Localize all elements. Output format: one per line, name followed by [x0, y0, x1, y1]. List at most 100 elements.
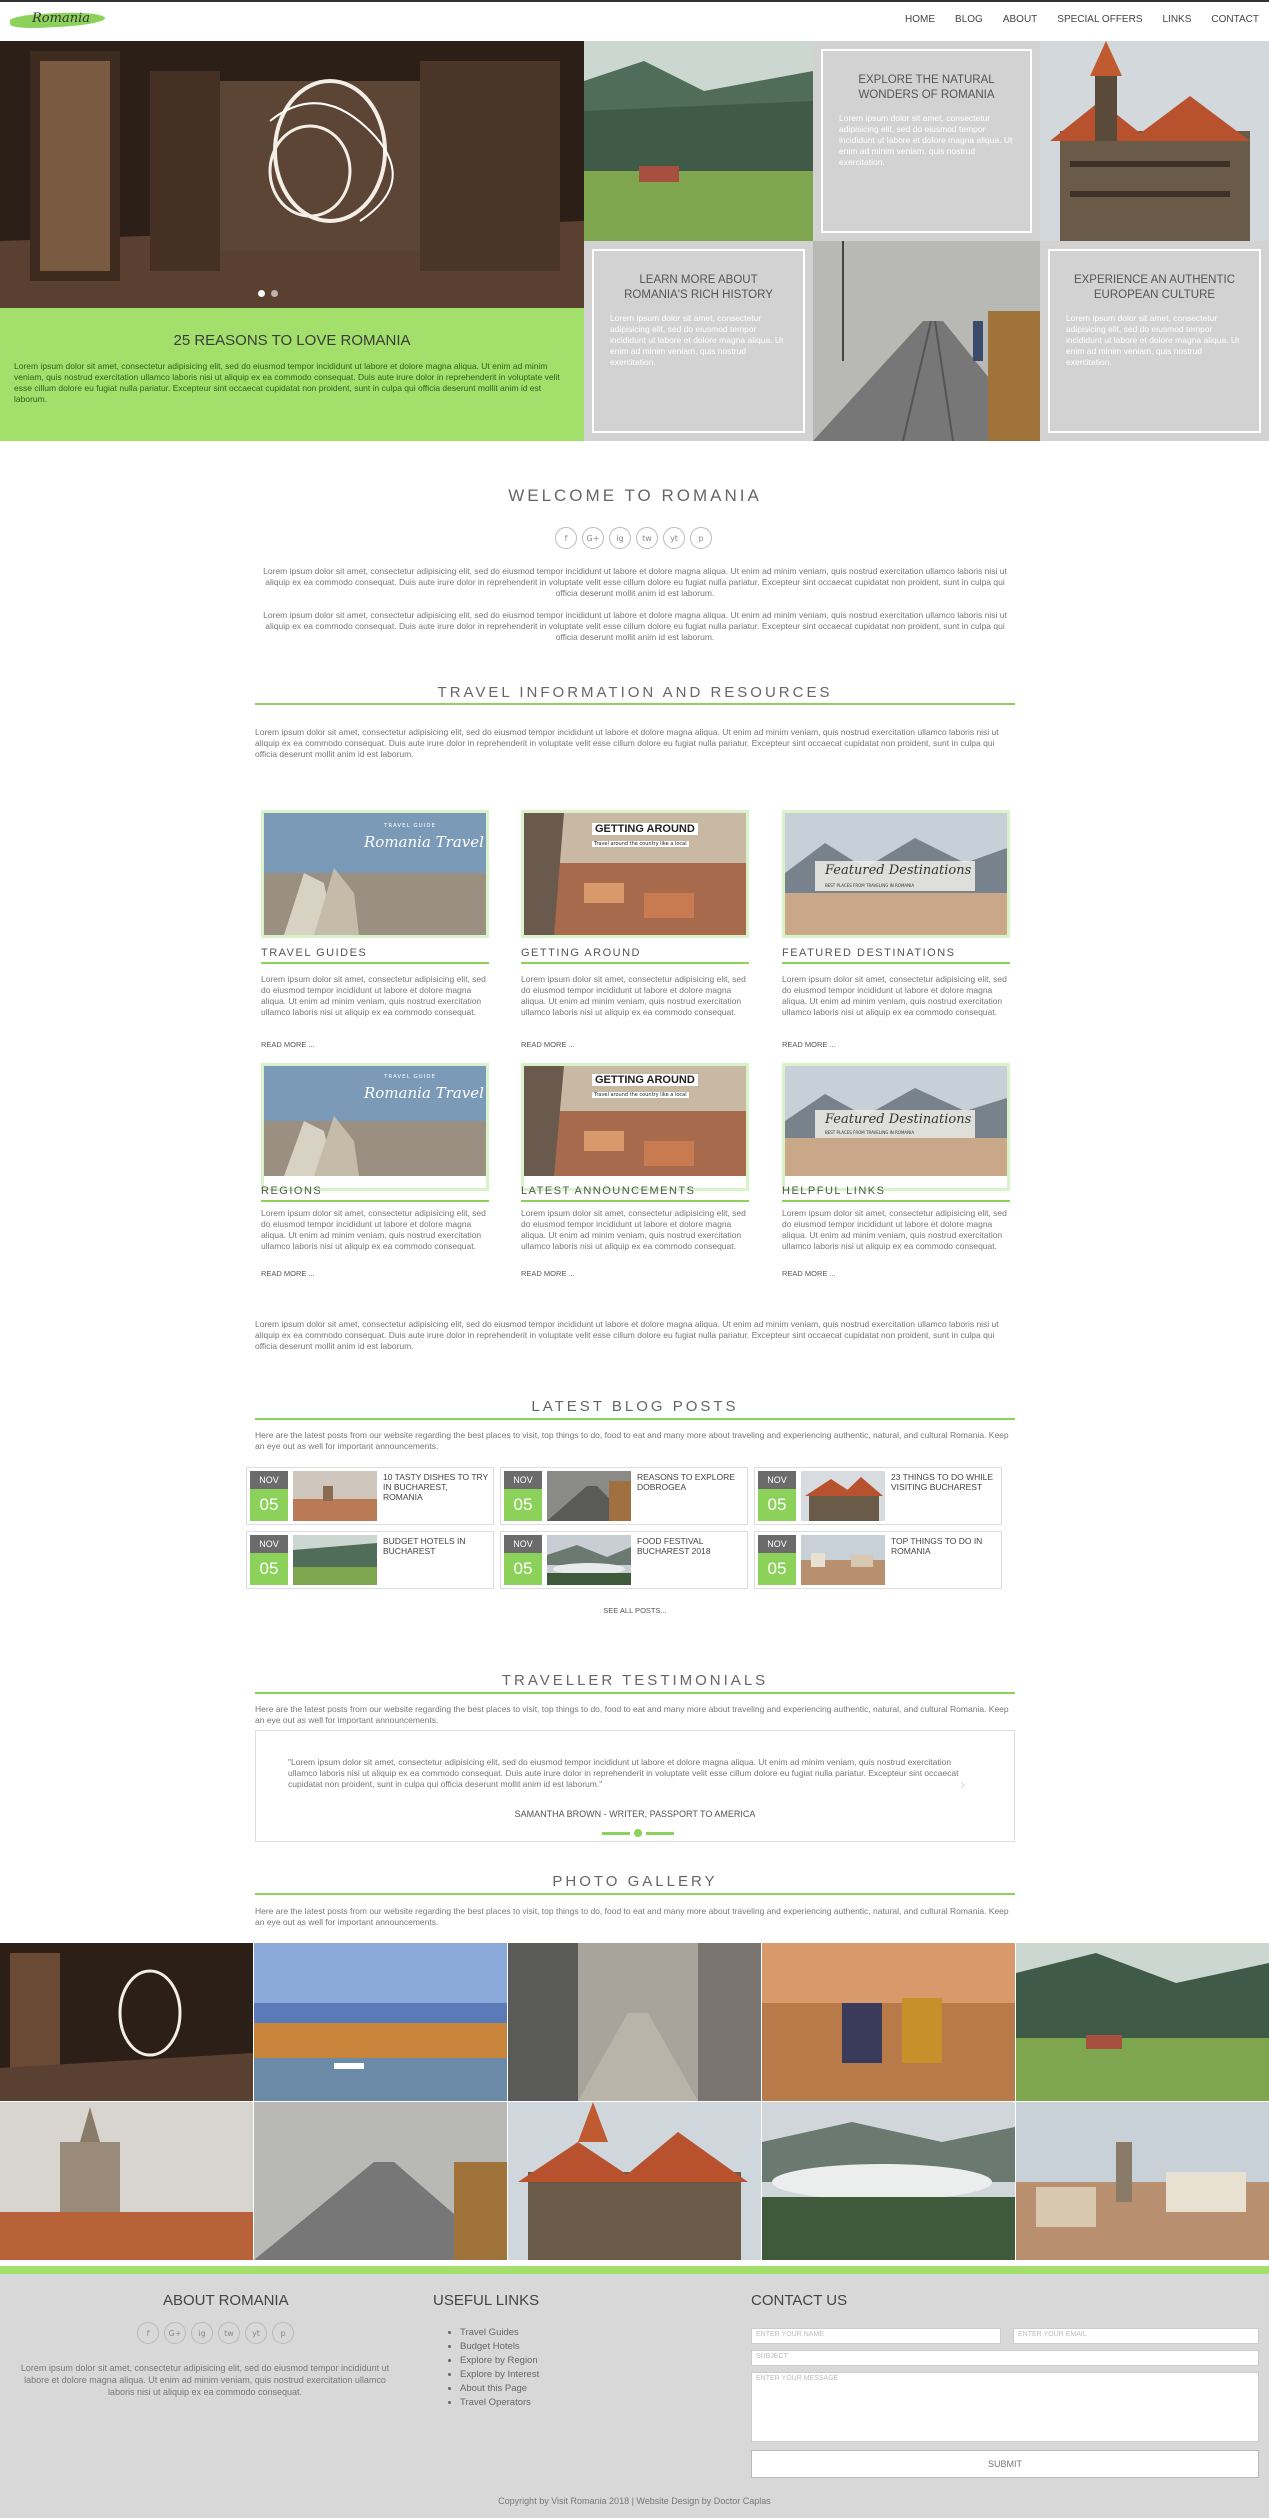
testimonials-title-underline — [255, 1692, 1015, 1694]
blog-post-card[interactable]: NOV 05 FOOD FESTIVAL BUCHAREST 2018 — [500, 1531, 748, 1589]
gallery-photo-street[interactable] — [508, 1943, 761, 2101]
google-plus-icon[interactable]: G+ — [164, 2322, 186, 2344]
facebook-icon[interactable]: f — [555, 527, 577, 549]
post-title[interactable]: 23 THINGS TO DO WHILE VISITING BUCHAREST — [891, 1472, 997, 1492]
feature-box-title: EXPERIENCE AN AUTHENTIC EUROPEAN CULTURE — [1073, 274, 1236, 301]
post-date-badge: NOV 05 — [504, 1535, 542, 1585]
blog-post-card[interactable]: NOV 05 REASONS TO EXPLORE DOBROGEA — [500, 1467, 748, 1525]
gallery-photo-tram[interactable] — [254, 2102, 507, 2260]
hero-slider-image[interactable] — [0, 41, 584, 308]
youtube-icon[interactable]: yt — [663, 527, 685, 549]
site-logo[interactable]: Romania — [9, 9, 106, 31]
menu-special-offers[interactable]: SPECIAL OFFERS — [1057, 14, 1142, 25]
footer-link[interactable]: Explore by Region — [460, 2354, 539, 2368]
post-date-badge: NOV 05 — [250, 1535, 288, 1585]
read-more-link[interactable]: READ MORE ... — [521, 1040, 575, 1049]
feature-box-nature[interactable]: EXPLORE THE NATURAL WONDERS OF ROMANIA L… — [813, 41, 1040, 241]
feature-box-text: Lorem ipsum dolor sit amet, consectetur … — [610, 313, 784, 367]
slider-dots[interactable] — [258, 290, 278, 297]
testimonial-author: SAMANTHA BROWN - WRITER, PASSPORT TO AME… — [514, 1809, 756, 1819]
youtube-icon[interactable]: yt — [245, 2322, 267, 2344]
footer-link[interactable]: Explore by Interest — [460, 2368, 539, 2382]
testimonials-intro: Here are the latest posts from our websi… — [255, 1704, 1009, 1725]
facebook-icon[interactable]: f — [137, 2322, 159, 2344]
gallery-intro: Here are the latest posts from our websi… — [255, 1906, 1009, 1927]
banner-script-text: Featured Destinations — [825, 863, 972, 878]
banner-script-text: Romania Travel — [364, 1084, 484, 1102]
hero-caption: 25 REASONS TO LOVE ROMANIA Lorem ipsum d… — [0, 308, 584, 441]
feature-box-culture[interactable]: EXPERIENCE AN AUTHENTIC EUROPEAN CULTURE… — [1040, 241, 1269, 441]
gallery-photo-fog-lake[interactable] — [762, 2102, 1015, 2260]
blog-post-card[interactable]: NOV 05 BUDGET HOTELS IN BUCHAREST — [246, 1531, 494, 1589]
card-latest-announcements[interactable]: GETTING AROUND Travel around the country… — [521, 1063, 749, 1303]
card-featured-destinations[interactable]: Featured Destinations BEST PLACES FROM T… — [782, 810, 1010, 1050]
welcome-social-icons: f G+ ig tw yt p — [555, 527, 712, 549]
twitter-icon[interactable]: tw — [218, 2322, 240, 2344]
feature-box-history[interactable]: LEARN MORE ABOUT ROMANIA'S RICH HISTORY … — [584, 241, 813, 441]
blog-post-card[interactable]: NOV 05 TOP THINGS TO DO IN ROMANIA — [754, 1531, 1002, 1589]
post-title[interactable]: FOOD FESTIVAL BUCHAREST 2018 — [637, 1536, 743, 1556]
pinterest-icon[interactable]: p — [272, 2322, 294, 2344]
card-helpful-links[interactable]: Featured Destinations BEST PLACES FROM T… — [782, 1063, 1010, 1303]
menu-about[interactable]: ABOUT — [1003, 14, 1037, 25]
blog-title-underline — [255, 1418, 1015, 1420]
post-thumbnail — [293, 1471, 377, 1521]
next-arrow-icon[interactable]: › — [960, 1775, 966, 1794]
gallery-photo-church[interactable] — [0, 2102, 253, 2260]
contact-subject-input[interactable]: SUBJECT — [751, 2350, 1259, 2366]
post-title[interactable]: REASONS TO EXPLORE DOBROGEA — [637, 1472, 743, 1492]
post-title[interactable]: BUDGET HOTELS IN BUCHAREST — [383, 1536, 489, 1556]
hero-grid: 25 REASONS TO LOVE ROMANIA Lorem ipsum d… — [0, 41, 1269, 441]
testimonials-title: TRAVELLER TESTIMONIALS — [501, 1672, 769, 1689]
regions-banner: TRAVEL GUIDE Romania Travel — [261, 1063, 489, 1191]
see-all-posts-link[interactable]: SEE ALL POSTS... — [255, 1605, 1015, 1616]
gallery-photo-interior[interactable] — [0, 1943, 253, 2101]
menu-links[interactable]: LINKS — [1163, 14, 1192, 25]
travel-outro: Lorem ipsum dolor sit amet, consectetur … — [255, 1319, 999, 1351]
card-title: LATEST ANNOUNCEMENTS — [521, 1185, 749, 1202]
gallery-photo-castle[interactable] — [508, 2102, 761, 2260]
logo-text: Romania — [32, 11, 90, 26]
instagram-icon[interactable]: ig — [191, 2322, 213, 2344]
google-plus-icon[interactable]: G+ — [582, 527, 604, 549]
contact-message-textarea[interactable]: ENTER YOUR MESSAGE — [751, 2372, 1259, 2442]
contact-email-input[interactable]: ENTER YOUR EMAIL — [1013, 2328, 1259, 2344]
gallery-photo-lake[interactable] — [254, 1943, 507, 2101]
post-title[interactable]: TOP THINGS TO DO IN ROMANIA — [891, 1536, 997, 1556]
card-travel-guides[interactable]: TRAVEL GUIDE Romania Travel TRAVEL GUIDE… — [261, 810, 489, 1050]
read-more-link[interactable]: READ MORE ... — [521, 1269, 575, 1278]
gallery-photo-valley[interactable] — [1016, 1943, 1269, 2101]
card-regions[interactable]: TRAVEL GUIDE Romania Travel REGIONS Lore… — [261, 1063, 489, 1303]
blog-intro: Here are the latest posts from our websi… — [255, 1430, 1009, 1451]
footer-link[interactable]: About this Page — [460, 2382, 539, 2396]
read-more-link[interactable]: READ MORE ... — [261, 1269, 315, 1278]
footer-link[interactable]: Travel Operators — [460, 2396, 539, 2410]
instagram-icon[interactable]: ig — [609, 527, 631, 549]
travel-intro: Lorem ipsum dolor sit amet, consectetur … — [255, 727, 999, 759]
menu-home[interactable]: HOME — [905, 14, 935, 25]
post-title[interactable]: 10 TASTY DISHES TO TRY IN BUCHAREST, ROM… — [383, 1472, 489, 1502]
testimonial-pager[interactable] — [602, 1829, 674, 1837]
twitter-icon[interactable]: tw — [636, 527, 658, 549]
contact-name-input[interactable]: ENTER YOUR NAME — [751, 2328, 1001, 2344]
submit-button[interactable]: SUBMIT — [751, 2450, 1259, 2478]
blog-post-card[interactable]: NOV 05 10 TASTY DISHES TO TRY IN BUCHARES… — [246, 1467, 494, 1525]
read-more-link[interactable]: READ MORE ... — [782, 1269, 836, 1278]
card-getting-around[interactable]: GETTING AROUND Travel around the country… — [521, 810, 749, 1050]
post-thumbnail — [293, 1535, 377, 1585]
gallery-photo-people[interactable] — [762, 1943, 1015, 2101]
footer-link[interactable]: Travel Guides — [460, 2326, 539, 2340]
menu-blog[interactable]: BLOG — [955, 14, 983, 25]
blog-post-card[interactable]: NOV 05 23 THINGS TO DO WHILE VISITING BUC… — [754, 1467, 1002, 1525]
read-more-link[interactable]: READ MORE ... — [782, 1040, 836, 1049]
card-title: HELPFUL LINKS — [782, 1185, 1010, 1202]
card-title: FEATURED DESTINATIONS — [782, 947, 1010, 964]
footer-link[interactable]: Budget Hotels — [460, 2340, 539, 2354]
testimonial-slider: "Lorem ipsum dolor sit amet, consectetur… — [255, 1730, 1015, 1842]
read-more-link[interactable]: READ MORE ... — [261, 1040, 315, 1049]
menu-contact[interactable]: CONTACT — [1211, 14, 1259, 25]
card-title: TRAVEL GUIDES — [261, 947, 489, 964]
hero-caption-title: 25 REASONS TO LOVE ROMANIA — [173, 332, 411, 349]
gallery-photo-town[interactable] — [1016, 2102, 1269, 2260]
pinterest-icon[interactable]: p — [690, 527, 712, 549]
